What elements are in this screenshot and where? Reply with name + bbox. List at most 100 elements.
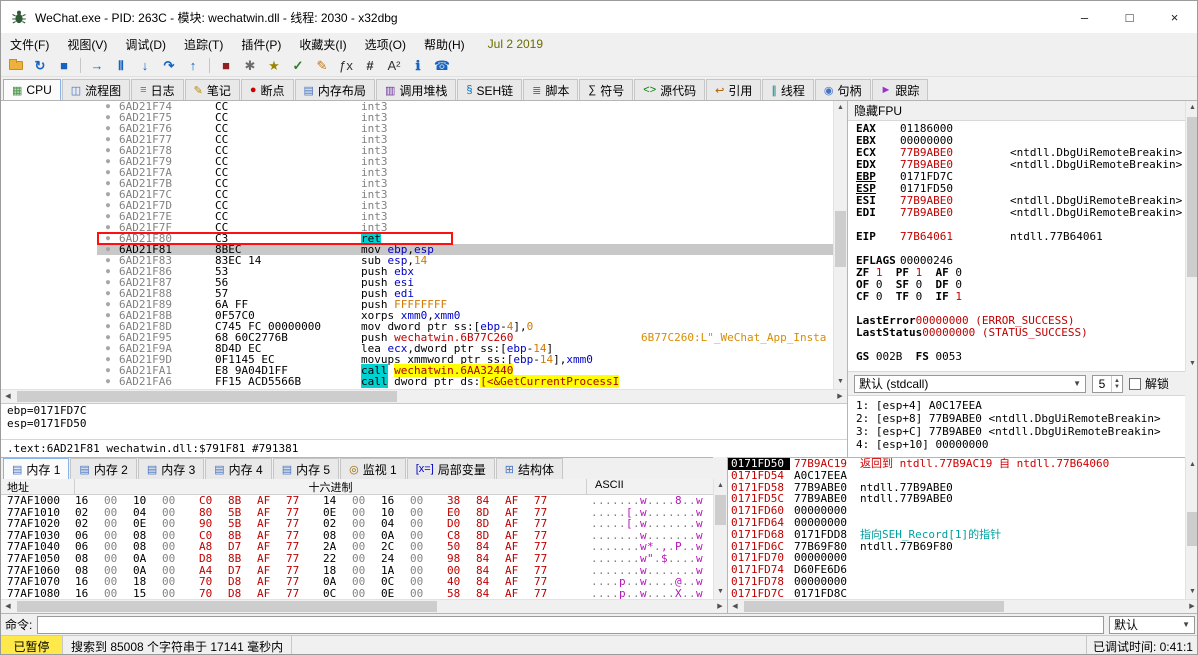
argument-row[interactable]: 2: [esp+8] 77B9ABE0 <ntdll.DbgUiRemoteBr…	[848, 412, 1185, 425]
menu-trace[interactable]: 追踪(T)	[175, 33, 232, 56]
info-button[interactable]: ℹ	[406, 56, 430, 76]
register-row[interactable]: EAX01186000	[848, 123, 1185, 135]
tab-mem1[interactable]: ▤内存 1	[3, 458, 69, 479]
menu-file[interactable]: 文件(F)	[1, 33, 58, 56]
tab-references[interactable]: ↩引用	[706, 79, 761, 100]
font-size-button[interactable]: A²	[382, 56, 406, 76]
breakpoint-dot-icon[interactable]: ●	[97, 200, 119, 211]
tab-cpu[interactable]: ▦CPU	[3, 79, 61, 100]
calculator-button[interactable]: ☎	[430, 56, 454, 76]
breakpoint-dot-icon[interactable]: ●	[97, 299, 119, 310]
breakpoint-dot-icon[interactable]: ●	[97, 332, 119, 343]
tab-trace[interactable]: ►跟踪	[872, 79, 929, 100]
favourites-button[interactable]: ★	[262, 56, 286, 76]
tab-handles[interactable]: ◉句柄	[815, 79, 871, 100]
scroll-up-arrow-icon[interactable]: ▲	[714, 479, 727, 493]
stack-row[interactable]: 0171FD7800000000	[728, 576, 1185, 588]
registers-view[interactable]: EAX01186000EBX00000000ECX77B9ABE0<ntdll.…	[848, 121, 1185, 363]
disasm-horizontal-scrollbar[interactable]: ◀ ▶	[1, 389, 847, 403]
breakpoint-dot-icon[interactable]: ●	[97, 112, 119, 123]
tab-memory-map[interactable]: ▤内存布局	[295, 79, 375, 100]
breakpoint-dot-icon[interactable]: ●	[97, 277, 119, 288]
command-input[interactable]	[37, 616, 1104, 634]
register-row[interactable]: LastStatus00000000 (STATUS_SUCCESS)	[848, 327, 1185, 339]
scrollbar-track[interactable]	[1186, 115, 1198, 357]
step-out-button[interactable]: ↑	[181, 56, 205, 76]
args-count-spinner[interactable]: 5 ▲▼	[1092, 375, 1123, 393]
tab-symbols[interactable]: ∑符号	[579, 79, 633, 100]
dump-row[interactable]: 77AF105008000A00D88BAF77220024009884AF77…	[1, 553, 713, 565]
register-row[interactable]: EDX77B9ABE0<ntdll.DbgUiRemoteBreakin>	[848, 159, 1185, 171]
tab-source[interactable]: <>源代码	[634, 79, 705, 100]
scrollbar-thumb[interactable]	[1187, 117, 1198, 277]
argument-row[interactable]: 1: [esp+4] A0C17EEA	[848, 399, 1185, 412]
scroll-left-arrow-icon[interactable]: ◀	[1, 600, 15, 613]
register-row[interactable]	[848, 243, 1185, 255]
breakpoint-dot-icon[interactable]: ●	[97, 376, 119, 387]
tab-struct[interactable]: ⊞结构体	[496, 458, 563, 479]
tab-breakpoints[interactable]: ●断点	[241, 79, 294, 100]
tab-log[interactable]: ≡日志	[131, 79, 183, 100]
breakpoint-dot-icon[interactable]: ●	[97, 123, 119, 134]
scrollbar-thumb[interactable]	[715, 495, 726, 525]
scrollbar-thumb[interactable]	[1187, 512, 1198, 546]
breakpoint-dot-icon[interactable]: ●	[97, 233, 119, 244]
settings-button[interactable]: ✱	[238, 56, 262, 76]
scrollbar-track[interactable]	[834, 115, 847, 375]
scroll-left-arrow-icon[interactable]: ◀	[1, 390, 15, 403]
memory-dump-view[interactable]: 77AF100016001000C08BAF77140016003884AF77…	[1, 495, 713, 599]
stack-row[interactable]: 0171FD7C0171FD8C	[728, 588, 1185, 599]
menu-help[interactable]: 帮助(H)	[415, 33, 474, 56]
disassembly-view[interactable]: ●6AD21F74CCint3●6AD21F75CCint3●6AD21F76C…	[1, 101, 833, 389]
registers-vertical-scrollbar[interactable]: ▲ ▼	[1185, 101, 1198, 371]
scroll-down-arrow-icon[interactable]: ▼	[834, 375, 847, 389]
command-type-select[interactable]: 默认 ▼	[1109, 616, 1195, 634]
scroll-down-arrow-icon[interactable]: ▼	[1186, 585, 1198, 599]
close-button[interactable]: ×	[1152, 1, 1197, 33]
scroll-down-arrow-icon[interactable]: ▼	[714, 585, 727, 599]
step-into-button[interactable]: ↓	[133, 56, 157, 76]
tab-notes[interactable]: ✎笔记	[185, 79, 240, 100]
maximize-button[interactable]: □	[1107, 1, 1152, 33]
dump-vertical-scrollbar[interactable]: ▲ ▼	[713, 479, 727, 599]
menu-view[interactable]: 视图(V)	[58, 33, 116, 56]
breakpoint-dot-icon[interactable]: ●	[97, 321, 119, 332]
scrollbar-track[interactable]	[742, 600, 1185, 613]
edit-log-button[interactable]: ✎	[310, 56, 334, 76]
register-row[interactable]: CF 0 TF 0 IF 1	[848, 291, 1185, 303]
scrollbar-track[interactable]	[15, 390, 833, 403]
register-row[interactable]: EBP0171FD7C	[848, 171, 1185, 183]
tab-graph[interactable]: ◫流程图	[62, 79, 130, 100]
argument-row[interactable]: 4: [esp+10] 00000000	[848, 438, 1185, 451]
breakpoint-dot-icon[interactable]: ●	[97, 343, 119, 354]
arguments-view[interactable]: 1: [esp+4] A0C17EEA2: [esp+8] 77B9ABE0 <…	[848, 395, 1185, 457]
menu-favourites[interactable]: 收藏夹(I)	[290, 33, 355, 56]
tab-mem4[interactable]: ▤内存 4	[205, 458, 271, 479]
breakpoint-dot-icon[interactable]: ●	[97, 156, 119, 167]
scroll-up-arrow-icon[interactable]: ▲	[1186, 458, 1198, 472]
pause-button[interactable]: Ⅱ	[109, 56, 133, 76]
tab-mem2[interactable]: ▤内存 2	[70, 458, 136, 479]
open-file-button[interactable]	[4, 56, 28, 76]
stack-horizontal-scrollbar[interactable]: ◀ ▶	[728, 599, 1198, 613]
spinner-arrows-icon[interactable]: ▲▼	[1111, 376, 1122, 392]
run-button[interactable]: →	[85, 56, 109, 76]
menu-debug[interactable]: 调试(D)	[116, 33, 175, 56]
patches-button[interactable]: ■	[214, 56, 238, 76]
register-row[interactable]: GS 002B FS 0053	[848, 351, 1185, 363]
menu-plugins[interactable]: 插件(P)	[232, 33, 290, 56]
register-row[interactable]: EDI77B9ABE0<ntdll.DbgUiRemoteBreakin>	[848, 207, 1185, 219]
scroll-right-arrow-icon[interactable]: ▶	[1185, 600, 1198, 613]
breakpoint-dot-icon[interactable]: ●	[97, 222, 119, 233]
scrollbar-thumb[interactable]	[835, 211, 846, 267]
unlock-checkbox[interactable]: 解锁	[1129, 375, 1169, 392]
breakpoint-dot-icon[interactable]: ●	[97, 244, 119, 255]
tab-mem5[interactable]: ▤内存 5	[273, 458, 339, 479]
argument-row[interactable]: 3: [esp+C] 77B9ABE0 <ntdll.DbgUiRemoteBr…	[848, 425, 1185, 438]
dump-horizontal-scrollbar[interactable]: ◀ ▶	[1, 599, 727, 613]
dump-row[interactable]: 77AF10701600180070D8AF770A000C004084AF77…	[1, 576, 713, 588]
breakpoint-dot-icon[interactable]: ●	[97, 310, 119, 321]
scroll-right-arrow-icon[interactable]: ▶	[713, 600, 727, 613]
scroll-left-arrow-icon[interactable]: ◀	[728, 600, 742, 613]
breakpoint-dot-icon[interactable]: ●	[97, 101, 119, 112]
